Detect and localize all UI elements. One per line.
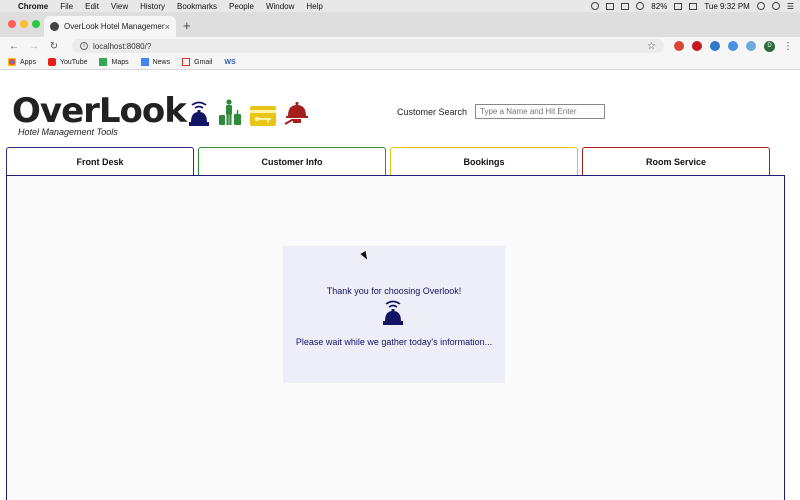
- menu-edit[interactable]: Edit: [85, 2, 99, 11]
- url-text[interactable]: localhost:8080/?: [93, 42, 647, 51]
- bookmark-maps[interactable]: Maps: [99, 58, 129, 66]
- pen-extension-icon[interactable]: [710, 41, 720, 51]
- close-window-button[interactable]: [8, 20, 16, 28]
- news-icon: [140, 58, 149, 66]
- minimize-window-button[interactable]: [20, 20, 28, 28]
- menu-bar-tray: 82% Tue 9:32 PM ☰: [591, 2, 794, 11]
- main-nav-tabs: Front Desk Customer Info Bookings Room S…: [6, 147, 786, 175]
- youtube-icon: [47, 58, 56, 66]
- traveler-luggage-icon: [219, 99, 241, 125]
- bookmark-apps[interactable]: Apps: [8, 58, 36, 66]
- reload-icon[interactable]: ↻: [46, 41, 62, 52]
- bookmark-label: News: [152, 58, 171, 66]
- status-icon[interactable]: [591, 2, 600, 10]
- menu-file[interactable]: File: [60, 2, 73, 11]
- menu-clock[interactable]: Tue 9:32 PM: [704, 2, 750, 11]
- extension-red-icon[interactable]: [674, 41, 684, 51]
- maps-icon: [99, 58, 108, 66]
- maximize-window-button[interactable]: [32, 20, 40, 28]
- bookmark-label: WS: [224, 58, 236, 66]
- bookmark-star-icon[interactable]: ☆: [647, 41, 656, 52]
- gmail-icon: [182, 58, 191, 66]
- tab-title: OverLook Hotel Management: [64, 22, 165, 31]
- hero-icons: [188, 99, 310, 127]
- adblock-icon[interactable]: [692, 41, 702, 51]
- app-logo-title: OverLook: [12, 91, 187, 131]
- back-arrow-icon[interactable]: ←: [6, 41, 22, 52]
- input-source-icon[interactable]: [689, 2, 698, 10]
- notification-center-icon[interactable]: ☰: [787, 2, 794, 11]
- siri-icon[interactable]: [771, 2, 780, 10]
- browser-toolbar: ← → ↻ i localhost:8080/? ☆ D ⋮: [0, 37, 800, 55]
- macos-menu-bar: Chrome File Edit View History Bookmarks …: [0, 0, 800, 12]
- loading-thanks-text: Thank you for choosing Overlook!: [326, 286, 462, 296]
- close-tab-icon[interactable]: ×: [165, 22, 170, 32]
- new-tab-button[interactable]: +: [183, 18, 191, 33]
- menu-view[interactable]: View: [111, 2, 128, 11]
- bookmark-youtube[interactable]: YouTube: [47, 58, 88, 66]
- spotlight-search-icon[interactable]: [756, 2, 765, 10]
- tab-content-panel: Thank you for choosing Overlook! Please …: [6, 175, 785, 500]
- bookmark-ws[interactable]: WS: [224, 59, 235, 66]
- address-bar[interactable]: i localhost:8080/? ☆: [72, 39, 664, 53]
- extension-icons: D ⋮: [674, 40, 793, 52]
- tab-customer-info[interactable]: Customer Info: [198, 147, 386, 175]
- airplay-icon[interactable]: [621, 2, 630, 10]
- extension-play-icon[interactable]: [746, 41, 756, 51]
- menu-people[interactable]: People: [229, 2, 254, 11]
- menu-help[interactable]: Help: [306, 2, 322, 11]
- app-logo-subtitle: Hotel Management Tools: [18, 127, 118, 137]
- bookmark-label: Gmail: [194, 58, 213, 66]
- browser-tab-active[interactable]: OverLook Hotel Management ×: [44, 16, 176, 37]
- bookmark-news[interactable]: News: [140, 58, 171, 66]
- customer-search-input[interactable]: [475, 104, 606, 119]
- battery-percent[interactable]: 82%: [651, 2, 667, 11]
- bookmark-label: YouTube: [59, 58, 88, 66]
- chrome-menu-icon[interactable]: ⋮: [783, 41, 793, 52]
- menu-history[interactable]: History: [140, 2, 165, 11]
- extension-blue-icon[interactable]: [728, 41, 738, 51]
- customer-search-label: Customer Search: [397, 106, 468, 117]
- screen-icon[interactable]: [606, 2, 615, 10]
- forward-arrow-icon[interactable]: →: [26, 41, 42, 52]
- bookmark-gmail[interactable]: Gmail: [182, 58, 212, 66]
- wifi-icon[interactable]: [636, 2, 645, 10]
- menu-bookmarks[interactable]: Bookmarks: [177, 2, 217, 11]
- tab-front-desk[interactable]: Front Desk: [6, 147, 194, 175]
- apps-grid-icon: [8, 58, 16, 66]
- bookmarks-bar: Apps YouTube Maps News Gmail WS: [0, 55, 800, 70]
- key-card-icon: [250, 106, 276, 126]
- browser-tab-strip: OverLook Hotel Management × +: [0, 12, 800, 37]
- page-content: OverLook Hotel Management Tools Customer…: [0, 71, 800, 500]
- customer-search: Customer Search: [397, 104, 606, 119]
- tab-bookings[interactable]: Bookings: [390, 147, 578, 175]
- service-bell-icon: [189, 101, 209, 126]
- loading-wait-text: Please wait while we gather today's info…: [295, 337, 493, 347]
- menu-app-name[interactable]: Chrome: [18, 2, 48, 11]
- bookmark-label: Maps: [111, 58, 129, 66]
- service-bell-icon: [383, 300, 403, 325]
- menu-window[interactable]: Window: [266, 2, 294, 11]
- tab-room-service[interactable]: Room Service: [582, 147, 770, 175]
- profile-avatar[interactable]: D: [764, 40, 775, 52]
- globe-icon: [50, 22, 59, 31]
- site-info-icon[interactable]: i: [80, 42, 88, 50]
- bookmark-label: Apps: [20, 58, 36, 66]
- room-service-icon: [284, 102, 308, 125]
- loading-card: Thank you for choosing Overlook! Please …: [283, 246, 505, 383]
- battery-icon[interactable]: [674, 2, 683, 10]
